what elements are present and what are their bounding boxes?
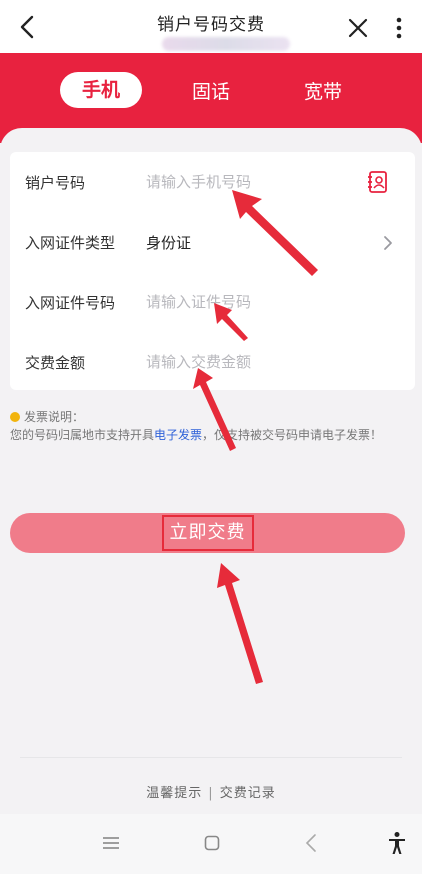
id-type-row[interactable]: 入网证件类型 身份证 (10, 212, 415, 272)
footer-links: 温馨提示 | 交费记录 (0, 782, 422, 801)
phone-input[interactable] (146, 168, 366, 196)
more-vertical-icon[interactable] (392, 14, 406, 42)
tips-link[interactable]: 温馨提示 (146, 786, 202, 801)
tab-mobile[interactable]: 手机 (60, 72, 142, 108)
amount-label: 交费金额 (25, 354, 86, 372)
id-number-input[interactable] (146, 288, 366, 316)
records-link[interactable]: 交费记录 (220, 786, 276, 801)
accessibility-icon[interactable] (388, 831, 406, 855)
e-invoice-link[interactable]: 电子发票 (154, 428, 202, 442)
tab-broadband[interactable]: 宽带 (304, 77, 342, 104)
top-bar: 销户号码交费 (0, 0, 422, 53)
info-dot-icon (10, 412, 20, 422)
system-nav-bar (0, 814, 422, 874)
amount-input[interactable] (146, 348, 366, 376)
id-number-row: 入网证件号码 (10, 272, 415, 332)
back-icon[interactable] (304, 832, 318, 854)
home-icon[interactable] (204, 835, 220, 851)
phone-row: 销户号码 (10, 152, 415, 212)
contact-book-icon[interactable] (367, 170, 389, 194)
close-icon[interactable] (346, 16, 370, 40)
invoice-notice: 发票说明： 您的号码归属地市支持开具电子发票，仅支持被交号码申请电子发票！ (10, 408, 415, 444)
footer-divider (20, 757, 402, 758)
id-type-label: 入网证件类型 (25, 234, 116, 252)
tab-landline[interactable]: 固话 (192, 77, 230, 104)
menu-icon[interactable] (102, 836, 120, 850)
chevron-right-icon[interactable] (382, 234, 394, 252)
id-type-value[interactable]: 身份证 (146, 232, 191, 253)
pay-now-button[interactable]: 立即交费 (10, 513, 405, 553)
footer-separator: | (208, 786, 214, 801)
notice-text: 您的号码归属地市支持开具 (10, 428, 155, 442)
notice-text-after: ，仅支持被交号码申请电子发票！ (202, 428, 383, 442)
notice-title: 发票说明： (24, 410, 85, 424)
amount-row: 交费金额 (10, 332, 415, 392)
payment-form: 销户号码 入网证件类型 身份证 入网证件号码 交费金额 (10, 152, 415, 390)
phone-label: 销户号码 (25, 174, 86, 192)
id-number-label: 入网证件号码 (25, 294, 116, 312)
url-blur (162, 37, 290, 51)
pay-now-label: 立即交费 (161, 515, 254, 551)
